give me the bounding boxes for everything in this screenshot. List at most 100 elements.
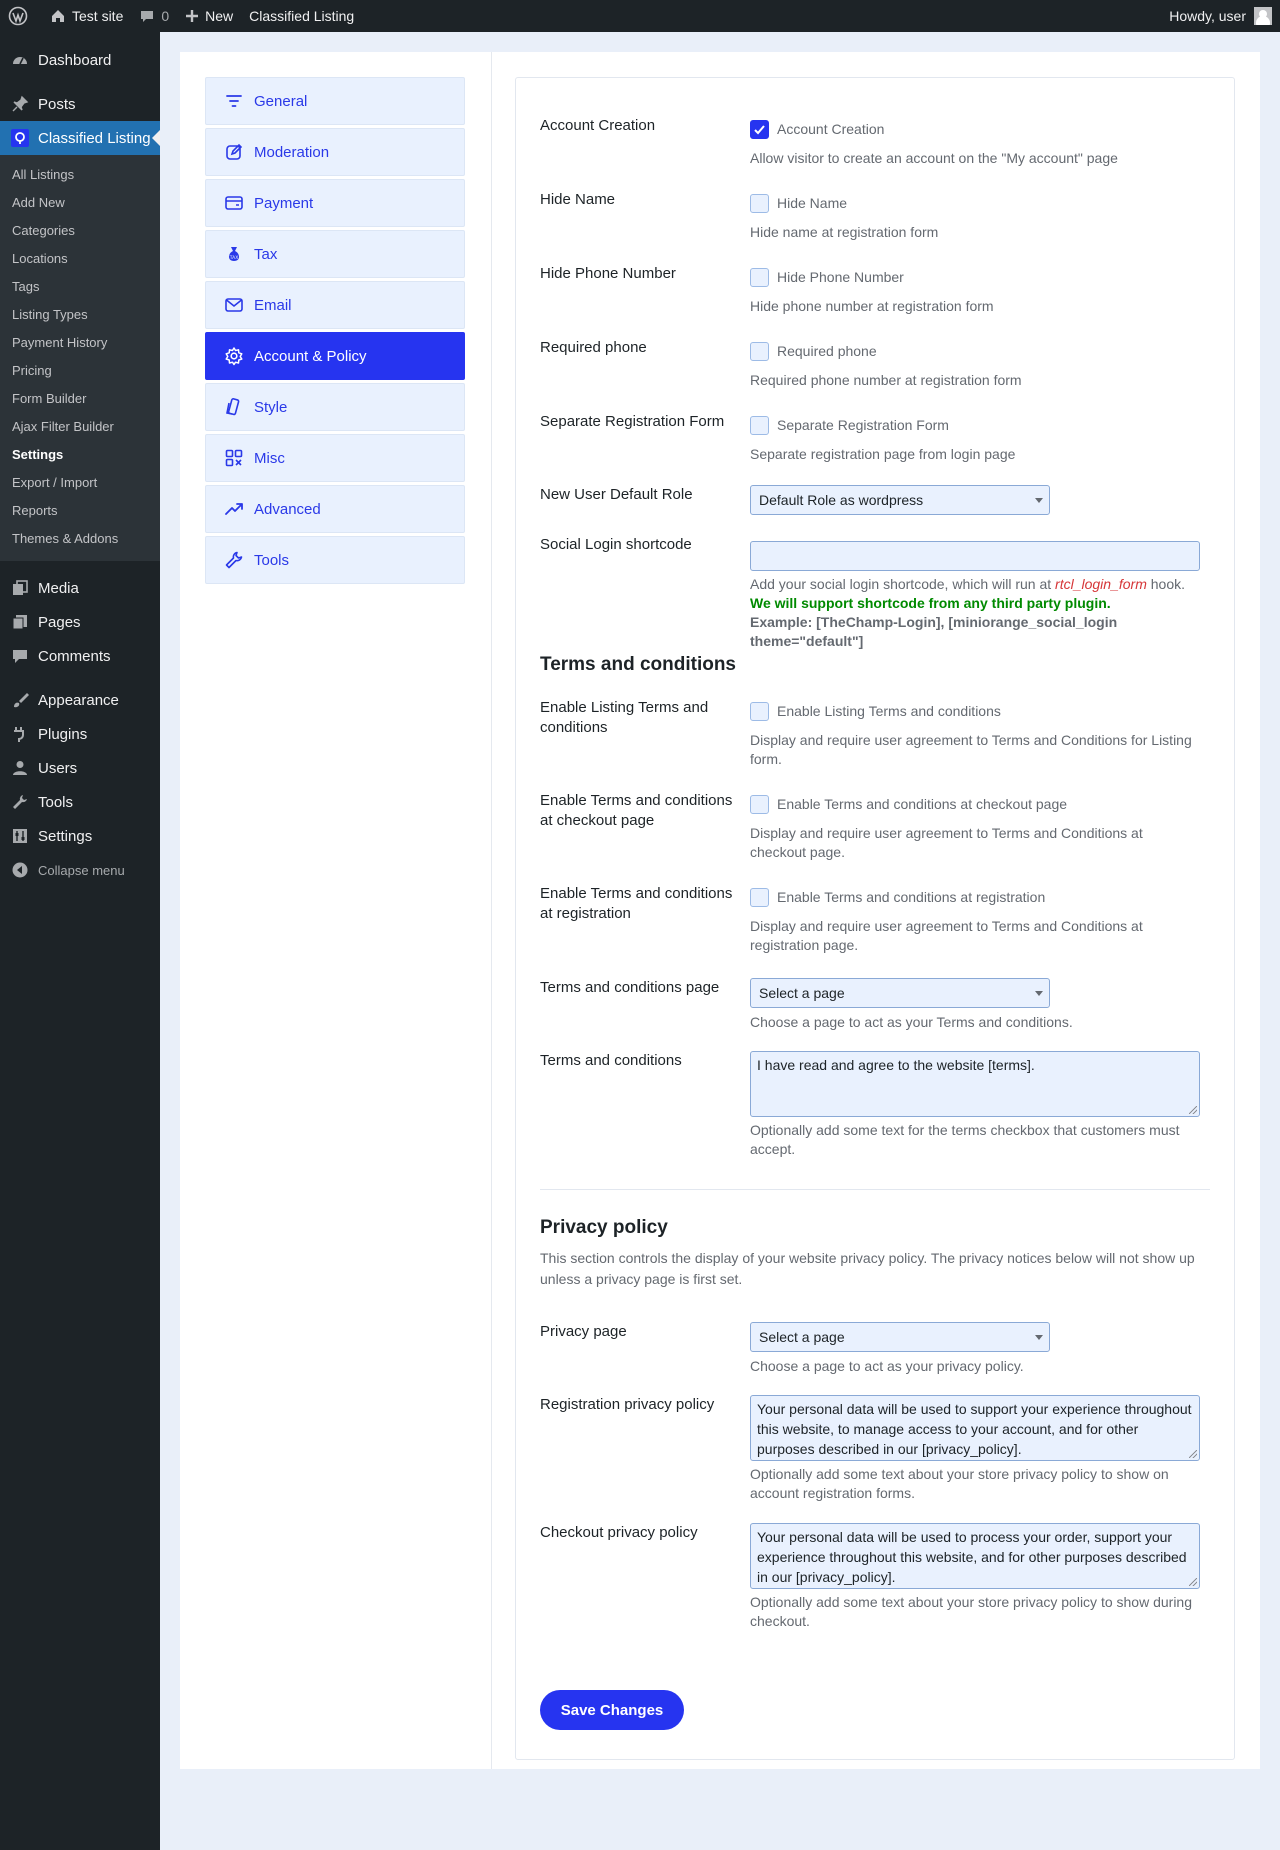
default-role-select[interactable]: Default Role as wordpress [750,485,1050,515]
settings-wrap: General Moderation Payment TAX Tax Email… [180,52,1260,1769]
tab-style[interactable]: Style [205,383,465,431]
submenu-item-settings[interactable]: Settings [0,441,160,469]
checkbox[interactable] [750,887,769,907]
checkmark-icon [754,124,765,134]
submenu-item[interactable]: Add New [0,189,160,217]
tab-general[interactable]: General [205,77,465,125]
checkbox[interactable] [750,794,769,814]
field-label: Enable Listing Terms and conditions [540,699,709,736]
field-description: Optionally add some text about your stor… [750,1466,1169,1501]
my-account-link[interactable]: Howdy, user [1161,0,1280,32]
avatar [1254,7,1272,25]
howdy-label: Howdy, user [1169,8,1246,24]
social-login-input[interactable] [750,541,1200,571]
settings-tabs: General Moderation Payment TAX Tax Email… [205,77,465,587]
sidebar-item-posts[interactable]: Posts [0,87,160,121]
checkbox[interactable] [750,415,769,435]
submenu-item[interactable]: Pricing [0,357,160,385]
privacy-page-select[interactable]: Select a page [750,1322,1050,1352]
tab-tools[interactable]: Tools [205,536,465,584]
site-name-link[interactable]: Test site [42,0,131,32]
terms-page-select[interactable]: Select a page [750,978,1050,1008]
account-creation-checkbox[interactable]: Account Creation [750,118,1200,140]
field-label: Registration privacy policy [540,1396,715,1413]
submenu-item[interactable]: Payment History [0,329,160,357]
tab-tax[interactable]: TAX Tax [205,230,465,278]
terms-textarea[interactable]: I have read and agree to the website [te… [750,1051,1200,1117]
field-description: Choose a page to act as your Terms and c… [750,1014,1073,1030]
tab-account-policy[interactable]: Account & Policy [205,332,465,380]
money-bag-icon: TAX [229,247,239,261]
sidebar-item-appearance[interactable]: Appearance [0,683,160,717]
listing-terms-checkbox[interactable]: Enable Listing Terms and conditions [750,700,1200,722]
separate-registration-checkbox[interactable]: Separate Registration Form [750,414,1200,436]
terms-section-title: Terms and conditions [540,654,737,675]
required-phone-checkbox[interactable]: Required phone [750,340,1200,362]
paintbrush-icon [10,690,30,710]
checkbox[interactable] [750,701,769,721]
plugin-icon [10,724,30,744]
tab-email[interactable]: Email [205,281,465,329]
submenu-item[interactable]: Listing Types [0,301,160,329]
collapse-menu-button[interactable]: Collapse menu [0,853,160,887]
checkbox[interactable] [750,341,769,361]
edit-pencil-icon [226,143,243,160]
registration-privacy-textarea[interactable]: Your personal data will be used to suppo… [750,1395,1200,1461]
shortcode-support-note: We will support shortcode from any third… [750,595,1111,611]
sidebar-item-classified-listing[interactable]: Classified Listing [0,121,160,155]
field-label: Privacy page [540,1323,627,1340]
qr-grid-icon [225,449,243,467]
submenu-item[interactable]: Export / Import [0,469,160,497]
field-description: Required phone number at registration fo… [750,372,1022,388]
section-divider [540,1189,1210,1190]
submenu-item[interactable]: Tags [0,273,160,301]
submenu-item[interactable]: All Listings [0,161,160,189]
tab-payment[interactable]: Payment [205,179,465,227]
new-content-link[interactable]: New [177,0,241,32]
sidebar-item-users[interactable]: Users [0,751,160,785]
registration-terms-checkbox[interactable]: Enable Terms and conditions at registrat… [750,886,1200,908]
checkout-terms-checkbox[interactable]: Enable Terms and conditions at checkout … [750,793,1200,815]
gear-icon [225,347,243,366]
field-label: Enable Terms and conditions at checkout … [540,792,733,829]
submenu-item[interactable]: Form Builder [0,385,160,413]
submenu-item[interactable]: Categories [0,217,160,245]
hide-name-checkbox[interactable]: Hide Name [750,192,1200,214]
wordpress-logo-icon[interactable] [0,0,42,32]
sidebar-item-dashboard[interactable]: Dashboard [0,43,160,77]
submenu-item[interactable]: Reports [0,497,160,525]
checkbox[interactable] [750,267,769,287]
submenu-item[interactable]: Locations [0,245,160,273]
plus-icon [186,10,199,22]
comments-icon [10,646,30,666]
plugin-label: Classified Listing [249,8,355,24]
checkout-privacy-textarea[interactable]: Your personal data will be used to proce… [750,1523,1200,1589]
field-description: Allow visitor to create an account on th… [750,150,1118,166]
sidebar-item-pages[interactable]: Pages [0,605,160,639]
sidebar-item-tools[interactable]: Tools [0,785,160,819]
sidebar-item-plugins[interactable]: Plugins [0,717,160,751]
field-label: Required phone [540,339,647,356]
hide-phone-checkbox[interactable]: Hide Phone Number [750,266,1200,288]
submenu-item[interactable]: Themes & Addons [0,525,160,553]
tab-advanced[interactable]: Advanced [205,485,465,533]
field-description: Add your social login shortcode, which w… [750,576,1186,592]
field-label: Checkout privacy policy [540,1524,698,1541]
field-description: Optionally add some text about your stor… [750,1594,1193,1629]
save-changes-button[interactable]: Save Changes [540,1690,684,1730]
field-label: Hide Phone Number [540,265,676,282]
checkbox[interactable] [750,193,769,213]
sidebar-item-settings[interactable]: Settings [0,819,160,853]
classified-listing-link[interactable]: Classified Listing [241,0,362,32]
pushpin-icon [10,94,30,114]
field-description: Optionally add some text for the terms c… [750,1122,1180,1157]
comments-link[interactable]: 0 [131,0,177,32]
submenu-item[interactable]: Ajax Filter Builder [0,413,160,441]
sidebar-item-media[interactable]: Media [0,571,160,605]
tab-misc[interactable]: Misc [205,434,465,482]
tabs-divider [491,52,492,1769]
checkbox-checked[interactable] [750,119,769,139]
tab-moderation[interactable]: Moderation [205,128,465,176]
sidebar-item-comments[interactable]: Comments [0,639,160,673]
collapse-arrow-icon [10,860,30,880]
